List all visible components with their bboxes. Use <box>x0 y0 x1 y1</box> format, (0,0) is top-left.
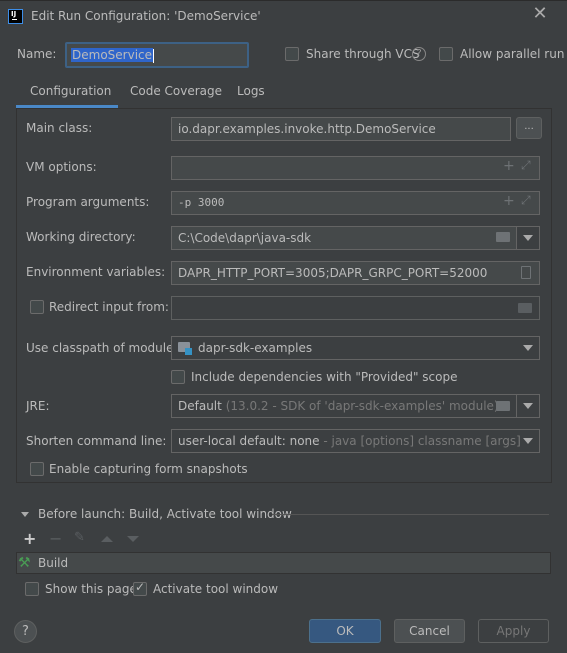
chevron-down-icon[interactable] <box>523 438 533 444</box>
redirect-input-label: Redirect input from: <box>49 300 169 314</box>
expand-icon[interactable]: ⤢ <box>521 193 531 208</box>
help-button[interactable]: ? <box>14 620 37 643</box>
allow-parallel-checkbox[interactable] <box>439 47 453 61</box>
environment-variables-label: Environment variables: <box>26 265 166 279</box>
chevron-down-icon <box>523 403 533 409</box>
vm-options-input[interactable] <box>171 156 540 180</box>
environment-variables-value: DAPR_HTTP_PORT=3005;DAPR_GRPC_PORT=52000 <box>178 266 488 280</box>
section-divider <box>272 514 549 515</box>
move-down-icon[interactable] <box>127 536 139 542</box>
tab-logs[interactable]: Logs <box>237 78 265 108</box>
remove-icon[interactable]: − <box>49 529 62 548</box>
redirect-input-checkbox[interactable] <box>30 300 44 314</box>
jre-label: JRE: <box>26 399 50 413</box>
module-badge-icon <box>185 348 192 355</box>
ok-button[interactable]: OK <box>309 619 381 643</box>
main-class-value: io.dapr.examples.invoke.http.DemoService <box>178 122 436 136</box>
program-arguments-value: -p 3000 <box>178 196 225 209</box>
show-this-page-checkbox[interactable] <box>25 582 39 596</box>
vm-options-label: VM options: <box>26 160 97 174</box>
before-launch-title[interactable]: Before launch: Build, Activate tool wind… <box>38 507 292 521</box>
edit-pencil-icon[interactable]: ✎ <box>74 530 85 545</box>
build-task-label: Build <box>38 556 69 570</box>
share-vcs-checkbox[interactable] <box>285 47 299 61</box>
add-icon[interactable]: + <box>23 529 36 548</box>
document-icon[interactable] <box>521 266 531 279</box>
working-directory-label: Working directory: <box>26 230 136 244</box>
working-directory-value: C:\Code\dapr\java-sdk <box>178 231 312 245</box>
activate-tool-window-label: Activate tool window <box>153 582 279 596</box>
classpath-module-select[interactable]: dapr-sdk-examples <box>171 336 540 360</box>
apply-button[interactable]: Apply <box>478 619 549 643</box>
close-icon[interactable]: ✕ <box>532 5 548 23</box>
main-class-label: Main class: <box>26 121 93 135</box>
plus-icon[interactable]: + <box>503 158 515 174</box>
folder-icon[interactable] <box>496 232 510 242</box>
show-this-page-label: Show this page <box>45 582 137 596</box>
plus-icon[interactable]: + <box>503 193 515 209</box>
chevron-down-icon <box>523 235 533 241</box>
text-caret <box>153 48 155 63</box>
jre-dropdown[interactable] <box>516 394 540 418</box>
jre-select[interactable]: Default (13.0.2 - SDK of 'dapr-sdk-examp… <box>171 394 517 418</box>
help-circle-icon[interactable]: ? <box>412 47 426 61</box>
classpath-module-label: Use classpath of module: <box>26 341 178 355</box>
classpath-module-value: dapr-sdk-examples <box>198 341 313 355</box>
shorten-command-line-select[interactable]: user-local default: none - java [options… <box>171 429 540 453</box>
allow-parallel-label: Allow parallel run <box>460 47 565 61</box>
name-label: Name: <box>17 47 57 61</box>
browse-main-class-button[interactable]: ... <box>516 117 542 139</box>
intellij-icon: IJ <box>8 9 23 24</box>
chevron-down-icon[interactable] <box>523 345 533 351</box>
name-input[interactable]: DemoService <box>65 42 249 68</box>
activate-tool-window-checkbox[interactable] <box>133 580 147 596</box>
build-hammer-icon: ⚒ <box>18 555 31 571</box>
include-provided-checkbox[interactable] <box>171 370 185 384</box>
main-class-input[interactable]: io.dapr.examples.invoke.http.DemoService <box>171 117 511 141</box>
working-directory-dropdown[interactable] <box>516 226 540 250</box>
expand-icon[interactable]: ⤢ <box>521 158 531 173</box>
program-arguments-label: Program arguments: <box>26 195 150 209</box>
tab-configuration[interactable]: Configuration <box>30 78 111 108</box>
include-provided-label: Include dependencies with "Provided" sco… <box>191 370 458 384</box>
jre-value: Default <box>178 399 222 413</box>
shorten-command-line-value: user-local default: none <box>178 434 320 448</box>
before-launch-task-row[interactable] <box>16 552 551 574</box>
name-value: DemoService <box>71 48 154 62</box>
folder-icon[interactable] <box>518 303 532 313</box>
collapse-triangle-icon[interactable] <box>21 512 29 517</box>
shorten-command-line-hint: - java [options] classname [args] <box>319 434 521 448</box>
working-directory-input[interactable]: C:\Code\dapr\java-sdk <box>171 226 517 250</box>
environment-variables-input[interactable]: DAPR_HTTP_PORT=3005;DAPR_GRPC_PORT=52000 <box>171 261 540 285</box>
folder-icon[interactable] <box>496 401 510 411</box>
capture-snapshots-checkbox[interactable] <box>30 462 44 476</box>
share-vcs-label: Share through VCS <box>306 47 420 61</box>
tab-code-coverage[interactable]: Code Coverage <box>130 78 222 108</box>
move-up-icon[interactable] <box>101 536 113 542</box>
cancel-button[interactable]: Cancel <box>394 619 465 643</box>
jre-hint: (13.0.2 - SDK of 'dapr-sdk-examples' mod… <box>225 399 499 413</box>
redirect-input-field[interactable] <box>171 296 540 320</box>
shorten-command-line-label: Shorten command line: <box>26 434 167 448</box>
capture-snapshots-label: Enable capturing form snapshots <box>49 462 248 476</box>
window-title: Edit Run Configuration: 'DemoService' <box>31 9 261 23</box>
program-arguments-input[interactable]: -p 3000 <box>171 191 540 215</box>
